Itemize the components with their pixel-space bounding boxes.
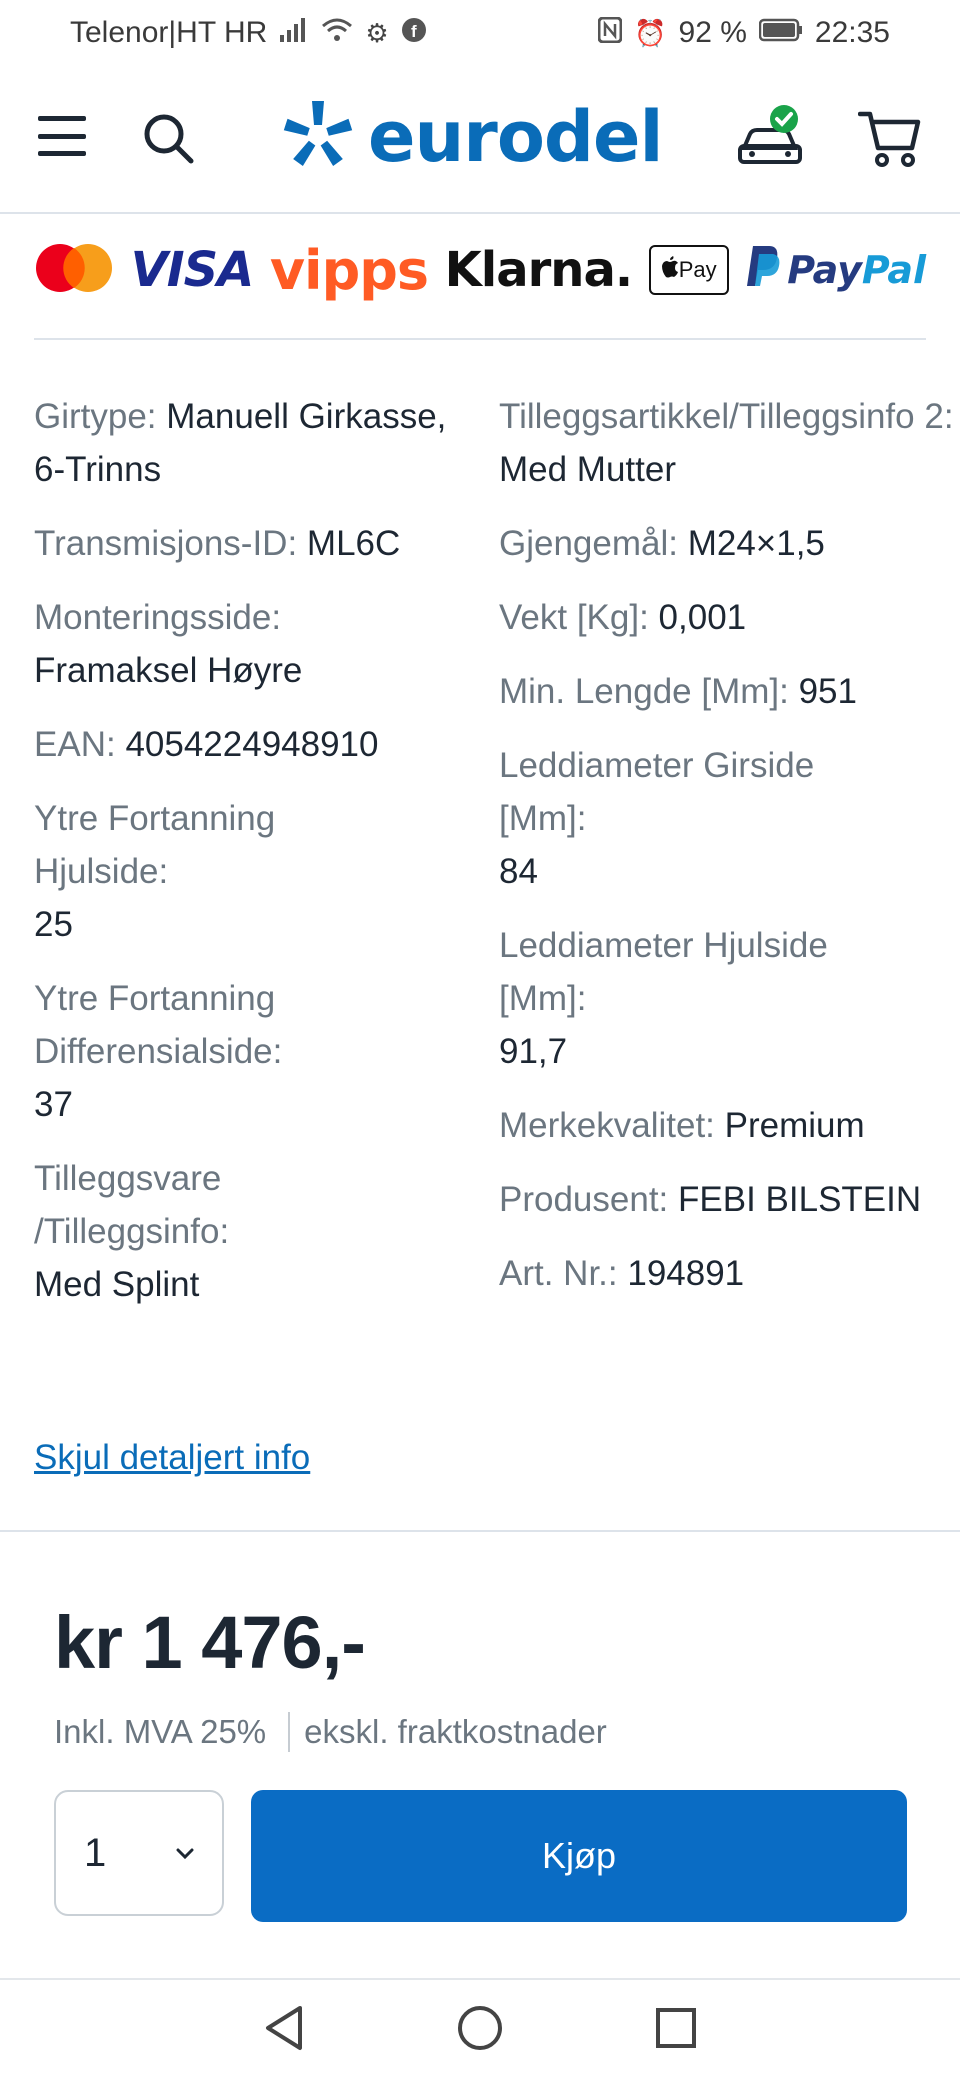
spec-weight: Vekt [Kg]: 0,001 bbox=[499, 591, 960, 644]
spec-value: 4054224948910 bbox=[125, 725, 379, 764]
spec-label: EAN: bbox=[34, 725, 116, 764]
spec-value: ML6C bbox=[306, 524, 401, 563]
alarm-icon: ⏰ bbox=[634, 17, 667, 48]
spec-value: 194891 bbox=[627, 1254, 745, 1293]
visa-logo: VISA bbox=[130, 242, 255, 298]
spec-label: Girtype: bbox=[34, 397, 157, 436]
spec-thread-size: Gjengemål: M24×1,5 bbox=[499, 517, 960, 570]
spec-accessory-article: Tilleggsartikkel/Tilleggsinfo 2: Med Mut… bbox=[499, 390, 960, 496]
spec-value: Med Splint bbox=[34, 1265, 200, 1304]
klarna-logo: Klarna. bbox=[444, 242, 634, 298]
shipping-note: ekskl. fraktkostnader bbox=[304, 1713, 607, 1750]
spec-value: Med Mutter bbox=[499, 450, 676, 489]
nfc-icon bbox=[597, 16, 623, 50]
spec-label: Produsent: bbox=[499, 1180, 669, 1219]
spec-label: Min. Lengde [Mm]: bbox=[499, 672, 789, 711]
spec-value: 951 bbox=[798, 672, 857, 711]
spec-value: 25 bbox=[34, 905, 73, 944]
paypal-logo: Pay Pal bbox=[745, 244, 926, 297]
spec-mounting-side: Monteringsside: Framaksel Høyre bbox=[34, 591, 474, 697]
paypal-p-icon bbox=[745, 244, 781, 297]
site-logo[interactable]: eurodel bbox=[280, 96, 663, 178]
spec-label: Merkekvalitet: bbox=[499, 1106, 715, 1145]
divider bbox=[34, 338, 926, 340]
quantity-value: 1 bbox=[84, 1830, 107, 1875]
spec-value: 84 bbox=[499, 852, 538, 891]
spec-value: Framaksel Høyre bbox=[34, 651, 303, 690]
spec-label: Gjengemål: bbox=[499, 524, 678, 563]
signal-icon bbox=[279, 17, 309, 50]
separator bbox=[288, 1712, 291, 1752]
menu-icon[interactable] bbox=[38, 116, 86, 156]
settings-icon: ⚙ bbox=[365, 17, 389, 48]
apple-pay-label: Pay bbox=[678, 257, 717, 282]
spec-label: Tilleggsartikkel/Tilleggsinfo 2: bbox=[499, 397, 954, 436]
spec-label: Art. Nr.: bbox=[499, 1254, 618, 1293]
status-bar: Telenor|HT HR ⚙ f ⏰ 92 % 22:35 bbox=[0, 0, 960, 66]
spec-label: Transmisjons-ID: bbox=[34, 524, 298, 563]
apple-pay-logo: Pay bbox=[648, 245, 729, 295]
spec-transmission-id: Transmisjons-ID: ML6C bbox=[34, 517, 474, 570]
spec-label: Ytre Fortanning Hjulside: bbox=[34, 799, 276, 891]
cart-icon[interactable] bbox=[857, 108, 922, 175]
logo-text: eurodel bbox=[368, 96, 663, 178]
search-icon[interactable] bbox=[142, 112, 196, 171]
paypal-text-1: Pay bbox=[787, 248, 862, 292]
spec-value: 91,7 bbox=[499, 1032, 568, 1071]
battery-icon bbox=[758, 18, 803, 49]
spec-value: 0,001 bbox=[658, 598, 747, 637]
divider bbox=[0, 1530, 960, 1532]
recents-icon[interactable] bbox=[654, 2006, 698, 2055]
spec-label: Ytre Fortanning Differensialside: bbox=[34, 979, 283, 1071]
chevron-down-icon bbox=[176, 1839, 194, 1867]
clock: 22:35 bbox=[814, 16, 890, 49]
apple-icon bbox=[661, 256, 679, 284]
product-price: kr 1 476,- bbox=[54, 1601, 366, 1684]
spec-value: M24×1,5 bbox=[687, 524, 825, 563]
logo-star-icon bbox=[280, 97, 356, 178]
battery-percent: 92 % bbox=[678, 16, 747, 49]
spec-value: 37 bbox=[34, 1085, 73, 1124]
spec-article-number: Art. Nr.: 194891 bbox=[499, 1247, 960, 1300]
spec-label: Vekt [Kg]: bbox=[499, 598, 649, 637]
quantity-select[interactable]: 1 bbox=[54, 1790, 224, 1916]
spec-value: FEBI BILSTEIN bbox=[678, 1180, 922, 1219]
vipps-logo: vipps bbox=[269, 238, 429, 302]
site-header: eurodel bbox=[0, 66, 960, 214]
specs-right-column: Tilleggsartikkel/Tilleggsinfo 2: Med Mut… bbox=[499, 390, 960, 1321]
spec-brand-quality: Merkekvalitet: Premium bbox=[499, 1099, 960, 1152]
my-car-icon[interactable] bbox=[736, 102, 806, 177]
spec-joint-diameter-wheel: Leddiameter Hjulside [Mm]: 91,7 bbox=[499, 919, 960, 1078]
home-icon[interactable] bbox=[456, 2004, 504, 2057]
vat-note: Inkl. MVA 25% bbox=[54, 1713, 267, 1750]
payment-methods: VISA vipps Klarna. Pay Pay Pal bbox=[34, 230, 926, 310]
mastercard-icon bbox=[34, 242, 114, 299]
paypal-text-2: Pal bbox=[861, 248, 926, 292]
facebook-icon: f bbox=[401, 17, 427, 50]
spec-outer-teeth-differential: Ytre Fortanning Differensialside: 37 bbox=[34, 972, 474, 1131]
svg-text:f: f bbox=[411, 22, 417, 41]
spec-joint-diameter-gear: Leddiameter Girside [Mm]: 84 bbox=[499, 739, 960, 898]
spec-value: Premium bbox=[724, 1106, 865, 1145]
wifi-icon bbox=[321, 17, 353, 50]
specs-left-column: Girtype: Manuell Girkasse, 6-Trinns Tran… bbox=[34, 390, 474, 1332]
spec-min-length: Min. Lengde [Mm]: 951 bbox=[499, 665, 960, 718]
system-nav-bar bbox=[0, 1980, 960, 2080]
spec-gear-type: Girtype: Manuell Girkasse, 6-Trinns bbox=[34, 390, 474, 496]
hide-details-link[interactable]: Skjul detaljert info bbox=[34, 1438, 310, 1478]
carrier-name: Telenor|HT HR bbox=[70, 16, 268, 49]
spec-label: Monteringsside: bbox=[34, 598, 282, 637]
back-icon[interactable] bbox=[262, 2004, 306, 2057]
spec-label: Leddiameter Girside [Mm]: bbox=[499, 746, 815, 838]
spec-manufacturer: Produsent: FEBI BILSTEIN bbox=[499, 1173, 960, 1226]
spec-outer-teeth-wheel: Ytre Fortanning Hjulside: 25 bbox=[34, 792, 474, 951]
price-notes: Inkl. MVA 25% ekskl. fraktkostnader bbox=[54, 1712, 607, 1752]
buy-button[interactable]: Kjøp bbox=[251, 1790, 907, 1922]
spec-ean: EAN: 4054224948910 bbox=[34, 718, 474, 771]
spec-label: Tilleggsvare /Tilleggsinfo: bbox=[34, 1159, 230, 1251]
spec-accessory-info: Tilleggsvare /Tilleggsinfo: Med Splint bbox=[34, 1152, 474, 1311]
spec-label: Leddiameter Hjulside [Mm]: bbox=[499, 926, 828, 1018]
